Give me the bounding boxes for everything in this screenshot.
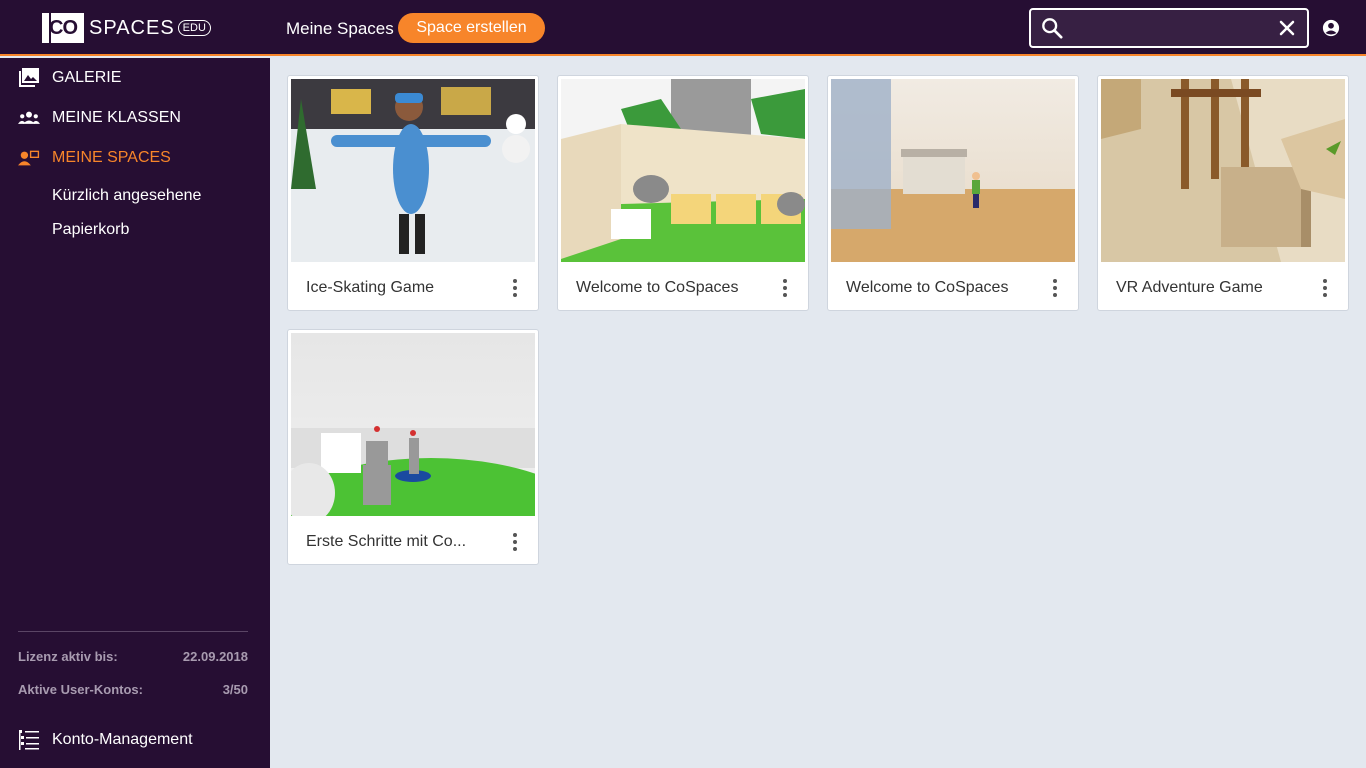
sidebar-item-label: MEINE SPACES <box>52 149 171 166</box>
search-icon <box>1042 18 1063 39</box>
space-thumbnail[interactable] <box>1101 79 1345 262</box>
spaces-icon <box>18 150 40 166</box>
accounts-label: Aktive User-Kontos: <box>18 682 143 697</box>
cospaces-edu-logo[interactable]: CO SPACES EDU <box>42 13 211 43</box>
license-label: Lizenz aktiv bis: <box>18 649 118 664</box>
more-vert-icon[interactable] <box>1320 277 1330 299</box>
sidebar-item-galerie[interactable]: GALERIE <box>0 58 270 98</box>
accounts-row: Aktive User-Kontos: 3/50 <box>18 682 248 697</box>
space-card[interactable]: Erste Schritte mit Co... <box>287 329 539 565</box>
space-card[interactable]: VR Adventure Game <box>1097 75 1349 311</box>
more-vert-icon[interactable] <box>510 531 520 553</box>
sidebar-divider <box>18 631 248 632</box>
more-vert-icon[interactable] <box>1050 277 1060 299</box>
list-icon <box>19 730 39 750</box>
sidebar-item-label: MEINE KLASSEN <box>52 109 181 126</box>
logo-edu-badge: EDU <box>177 20 211 36</box>
sidebar-sub-recent[interactable]: Kürzlich angesehene <box>52 187 201 205</box>
account-icon[interactable] <box>1322 19 1340 37</box>
close-icon[interactable] <box>1279 20 1295 36</box>
logo-spaces-text: SPACES <box>89 16 175 39</box>
account-management-label: Konto-Management <box>52 731 193 748</box>
license-value: 22.09.2018 <box>182 649 248 664</box>
space-thumbnail[interactable] <box>291 79 535 262</box>
account-management-link[interactable]: Konto-Management <box>0 722 270 758</box>
search-box[interactable] <box>1029 8 1309 48</box>
more-vert-icon[interactable] <box>780 277 790 299</box>
nav-my-spaces[interactable]: Meine Spaces <box>286 19 394 39</box>
sidebar-item-meine-spaces[interactable]: MEINE SPACES <box>0 138 270 178</box>
sidebar-item-label: GALERIE <box>52 69 122 86</box>
space-card[interactable]: Ice-Skating Game <box>287 75 539 311</box>
space-card-title: Welcome to CoSpaces <box>576 279 739 296</box>
space-card-title: VR Adventure Game <box>1116 279 1263 296</box>
accounts-value: 3/50 <box>222 682 248 697</box>
space-thumbnail[interactable] <box>291 333 535 516</box>
top-header: CO SPACES EDU Meine Spaces Space erstell… <box>0 0 1366 56</box>
space-card-title: Erste Schritte mit Co... <box>306 533 467 550</box>
space-card-title: Welcome to CoSpaces <box>846 279 1009 296</box>
space-card[interactable]: Welcome to CoSpaces <box>557 75 809 311</box>
space-card-title: Ice-Skating Game <box>306 279 435 296</box>
sidebar: GALERIE MEINE KLASSEN MEINE SPACES Kürzl… <box>0 58 270 768</box>
sidebar-item-klassen[interactable]: MEINE KLASSEN <box>0 98 270 138</box>
gallery-icon <box>19 68 39 87</box>
search-input[interactable] <box>1071 16 1271 40</box>
create-space-button[interactable]: Space erstellen <box>398 13 545 43</box>
space-card[interactable]: Welcome to CoSpaces <box>827 75 1079 311</box>
more-vert-icon[interactable] <box>510 277 520 299</box>
sidebar-sub-trash[interactable]: Papierkorb <box>52 221 129 239</box>
classes-icon <box>18 111 40 124</box>
logo-co-box: CO <box>42 13 84 43</box>
space-thumbnail[interactable] <box>561 79 805 262</box>
space-thumbnail[interactable] <box>831 79 1075 262</box>
license-row: Lizenz aktiv bis: 22.09.2018 <box>18 649 248 664</box>
